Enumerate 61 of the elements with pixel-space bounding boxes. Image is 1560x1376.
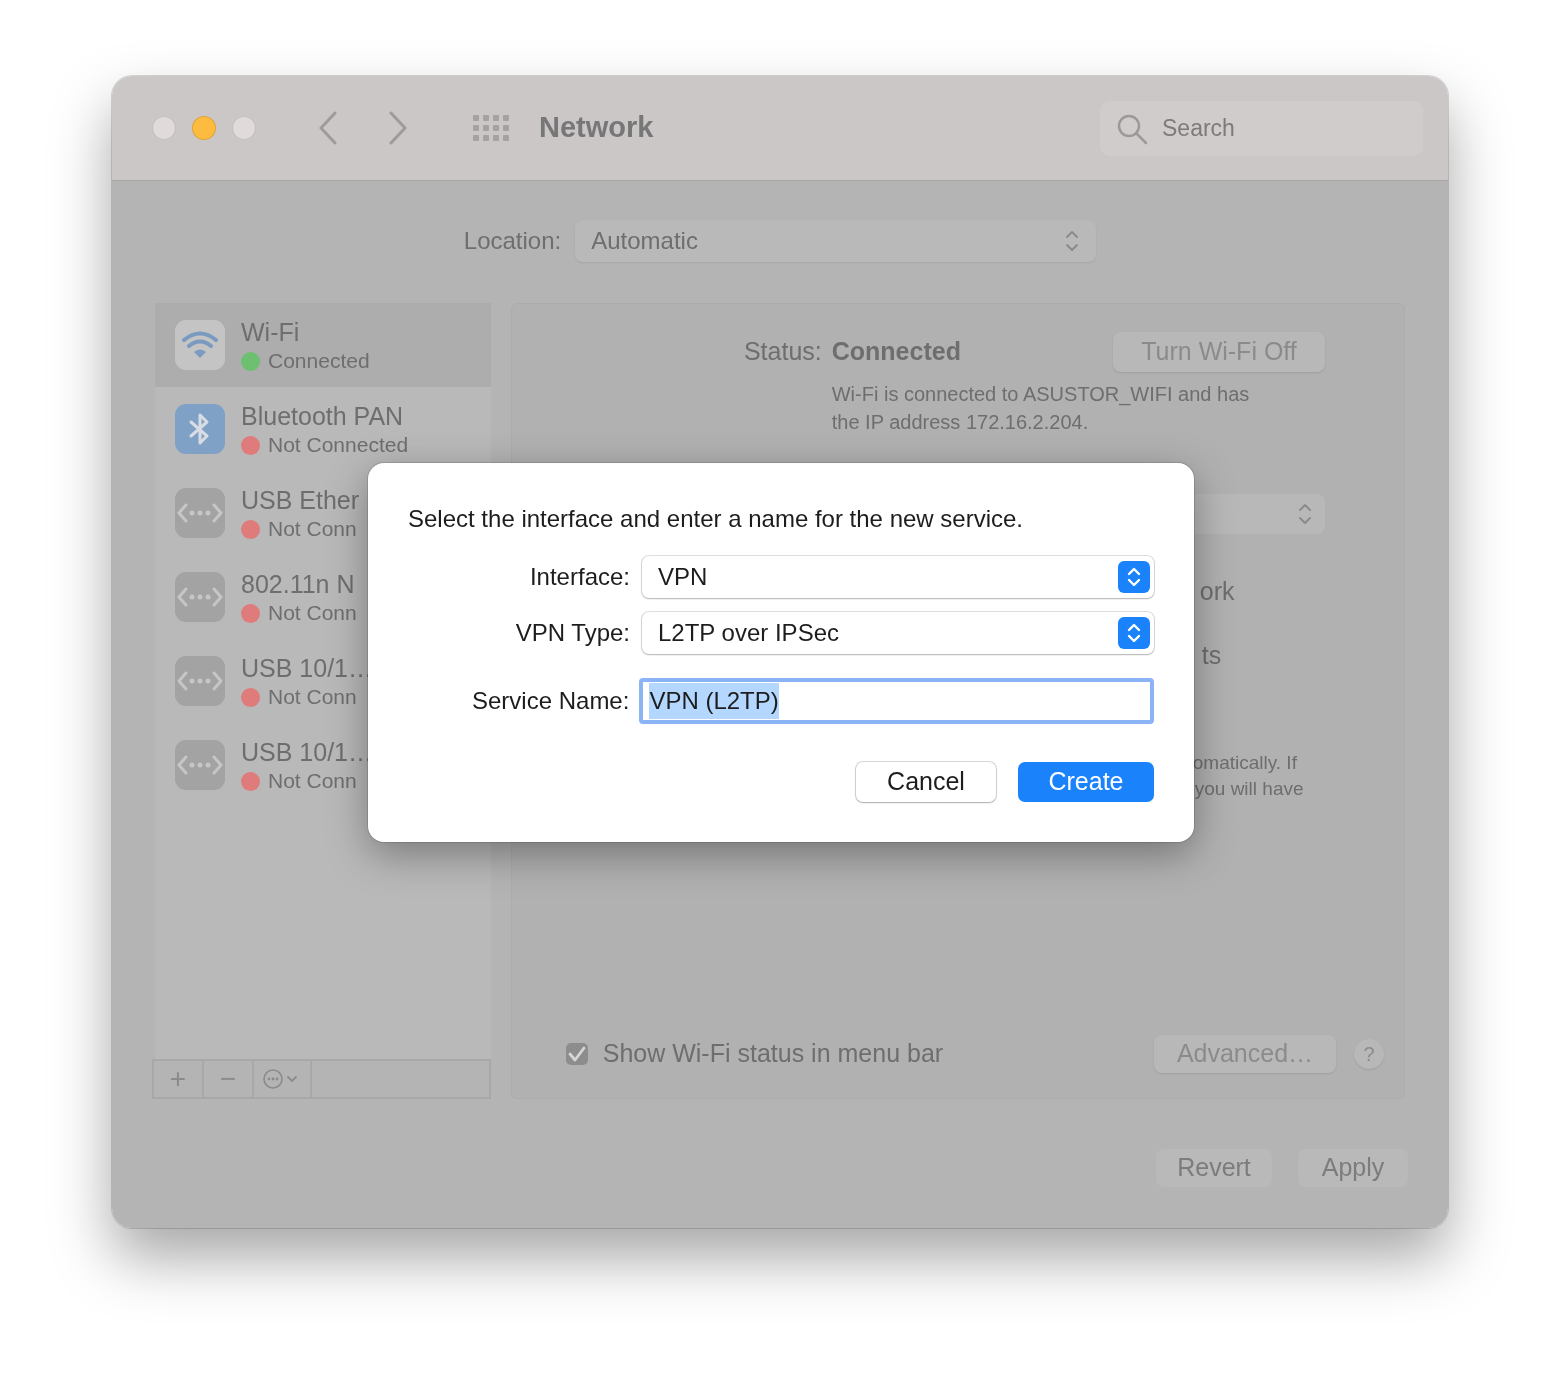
back-icon[interactable] [318, 111, 338, 145]
remove-button[interactable]: − [204, 1061, 254, 1097]
create-button[interactable]: Create [1018, 762, 1154, 802]
revert-button[interactable]: Revert [1156, 1149, 1272, 1187]
service-name: Wi-Fi [241, 317, 301, 347]
popup-button[interactable]: L2TP over IPSec [642, 612, 1154, 654]
add-button[interactable]: + [154, 1061, 204, 1097]
updown-icon [1126, 565, 1142, 589]
field-label: VPN Type: [514, 618, 630, 648]
partial-text: omatically. If [1192, 751, 1297, 775]
close-button[interactable] [152, 116, 176, 140]
service-name: 802.11n N [241, 569, 356, 599]
ethernet-icon [174, 571, 226, 623]
service-name: USB 10/1… [241, 737, 373, 767]
service-name: Bluetooth PAN [241, 401, 405, 431]
service-status: Not Conn [268, 517, 357, 541]
check-icon [567, 1046, 586, 1062]
updown-icon [1064, 229, 1081, 253]
field-label: Service Name: [471, 686, 630, 716]
service-name-field[interactable]: VPN (L2TP) [639, 678, 1154, 724]
forward-icon[interactable] [388, 111, 408, 145]
bluetooth-icon [174, 403, 226, 455]
location-label: Location: [463, 226, 562, 256]
help-button[interactable]: ? [1354, 1039, 1384, 1069]
service-status: Not Conn [268, 769, 357, 793]
status-label: Status: [742, 336, 822, 368]
cancel-button[interactable]: Cancel [856, 762, 996, 802]
field-label: Interface: [528, 562, 630, 592]
service-name: USB 10/1… [241, 653, 373, 683]
partial-text: ts [1201, 640, 1222, 671]
partial-text: ork [1199, 576, 1235, 607]
search-icon [1116, 112, 1148, 145]
service-status: Not Conn [268, 685, 357, 709]
ethernet-icon [174, 739, 226, 791]
wifi-icon [174, 319, 226, 371]
updown-icon [1297, 502, 1313, 526]
service-status: Not Conn [268, 601, 357, 625]
service-status: Connected [268, 349, 370, 373]
service-item[interactable]: 802.11n N Not Conn [155, 555, 491, 639]
updown-icon [1126, 621, 1142, 645]
ethernet-icon [174, 487, 226, 539]
popup-button[interactable]: VPN [642, 556, 1154, 598]
checkbox-label: Show Wi-Fi status in menu bar [602, 1038, 945, 1070]
service-status: Not Connected [268, 433, 409, 457]
minimize-button[interactable] [192, 116, 216, 140]
checkbox[interactable] [565, 1043, 588, 1065]
ethernet-icon [174, 655, 226, 707]
status-value: Connected [831, 336, 962, 368]
search-field[interactable]: Search [1100, 100, 1423, 156]
service-item[interactable]: Bluetooth PAN Not Connected [155, 387, 491, 471]
service-name: USB Ether [241, 485, 360, 515]
grid-icon[interactable] [473, 115, 509, 141]
zoom-button[interactable] [232, 116, 256, 140]
window-title: Network [539, 110, 654, 146]
status-description: Wi-Fi is connected to ASUSTOR_WIFI and has the IP address 172.16.2.204. [831, 382, 1251, 435]
location-popup[interactable]: Automatic [575, 220, 1097, 262]
service-item[interactable]: Wi-Fi Connected [155, 303, 491, 387]
dialog-message: Select the interface and enter a name for the new service. [408, 504, 1023, 534]
partial-text: you will have [1194, 777, 1304, 801]
service-item[interactable]: USB 10/1… Not Conn [155, 723, 491, 807]
apply-button[interactable]: Apply [1298, 1149, 1408, 1187]
